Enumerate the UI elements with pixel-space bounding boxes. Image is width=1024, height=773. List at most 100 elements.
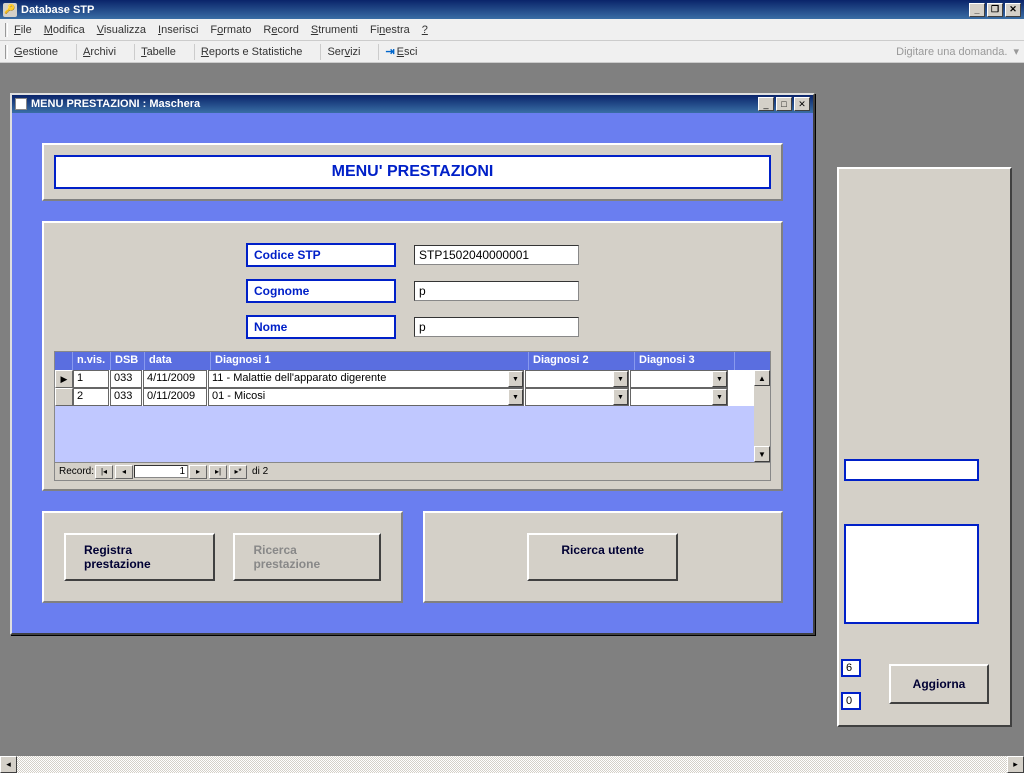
col-dsb: DSB <box>111 352 145 370</box>
menu-strumenti[interactable]: Strumenti <box>311 24 358 36</box>
menubar-grip <box>5 23 8 37</box>
child-maximize-button[interactable]: □ <box>776 97 792 111</box>
scroll-down-icon[interactable]: ▼ <box>754 446 770 462</box>
scroll-track[interactable] <box>17 756 1007 773</box>
aggiorna-button[interactable]: Aggiorna <box>889 664 989 704</box>
prestazioni-grid: n.vis. DSB data Diagnosi 1 Diagnosi 2 Di… <box>54 351 771 481</box>
menu-visualizza[interactable]: Visualizza <box>97 24 146 36</box>
cell-data[interactable]: 4/11/2009 <box>143 370 207 388</box>
col-d2: Diagnosi 2 <box>529 352 635 370</box>
cell-dsb[interactable]: 033 <box>110 388 142 406</box>
cell-d1[interactable]: 01 - Micosi▼ <box>208 388 524 406</box>
cell-d3[interactable]: ▼ <box>630 388 728 406</box>
grid-vscroll[interactable]: ▲ ▼ <box>754 370 770 462</box>
cell-data[interactable]: 0/11/2009 <box>143 388 207 406</box>
bg-value-2: 0 <box>841 692 861 710</box>
bg-field-2 <box>844 524 979 624</box>
menu-file[interactable]: File <box>14 24 32 36</box>
chevron-down-icon[interactable]: ▼ <box>508 371 523 387</box>
bg-value-1: 6 <box>841 659 861 677</box>
nav-first-button[interactable]: |◂ <box>95 465 113 479</box>
menu-inserisci[interactable]: Inserisci <box>158 24 198 36</box>
nome-value[interactable]: p <box>414 317 579 337</box>
child-close-button[interactable]: ✕ <box>794 97 810 111</box>
child-minimize-button[interactable]: _ <box>758 97 774 111</box>
nav-new-button[interactable]: ▸* <box>229 465 247 479</box>
cell-nvis[interactable]: 1 <box>73 370 109 388</box>
menu-help[interactable]: ? <box>422 24 428 36</box>
col-d1: Diagnosi 1 <box>211 352 529 370</box>
button-row: Registra prestazione Ricerca prestazione… <box>42 511 783 603</box>
child-title: MENU PRESTAZIONI : Maschera <box>31 98 200 110</box>
chevron-down-icon[interactable]: ▼ <box>508 389 523 405</box>
cell-dsb[interactable]: 033 <box>110 370 142 388</box>
cell-d1[interactable]: 11 - Malattie dell'apparato digerente▼ <box>208 370 524 388</box>
menu-finestra[interactable]: Finestra <box>370 24 410 36</box>
tool-gestione[interactable]: Gestione <box>14 46 58 58</box>
tool-reports[interactable]: Reports e Statistiche <box>201 46 303 58</box>
close-button[interactable]: ✕ <box>1005 3 1021 17</box>
record-total: di 2 <box>252 466 268 477</box>
tool-archivi[interactable]: Archivi <box>83 46 116 58</box>
nav-next-button[interactable]: ▸ <box>189 465 207 479</box>
form-icon <box>15 98 27 110</box>
grid-header: n.vis. DSB data Diagnosi 1 Diagnosi 2 Di… <box>55 352 770 370</box>
row-selector-icon[interactable]: ▶ <box>55 370 73 388</box>
chevron-down-icon[interactable]: ▼ <box>712 371 727 387</box>
exit-icon: ⇥ <box>385 46 394 58</box>
bg-field-1 <box>844 459 979 481</box>
toolbar-grip <box>5 45 8 59</box>
main-menubar: File Modifica Visualizza Inserisci Forma… <box>0 19 1024 41</box>
row-selector-icon[interactable] <box>55 388 73 406</box>
record-label: Record: <box>59 466 94 477</box>
record-navigator: Record: |◂ ◂ ▸ ▸| ▸* di 2 <box>55 462 770 480</box>
table-row[interactable]: ▶ 1 033 4/11/2009 11 - Malattie dell'app… <box>55 370 770 388</box>
record-current-input[interactable] <box>134 465 188 478</box>
menu-record[interactable]: Record <box>263 24 298 36</box>
chevron-down-icon[interactable]: ▼ <box>613 371 628 387</box>
page-heading: MENU' PRESTAZIONI <box>54 155 771 189</box>
cognome-label: Cognome <box>246 279 396 303</box>
toolbar: Gestione Archivi Tabelle Reports e Stati… <box>0 41 1024 63</box>
ricerca-utente-button[interactable]: Ricerca utente <box>527 533 678 581</box>
registra-button[interactable]: Registra prestazione <box>64 533 215 581</box>
nav-last-button[interactable]: ▸| <box>209 465 227 479</box>
nome-label: Nome <box>246 315 396 339</box>
menu-modifica[interactable]: Modifica <box>44 24 85 36</box>
right-button-panel: Ricerca utente <box>423 511 784 603</box>
help-hint[interactable]: Digitare una domanda. <box>896 46 1007 58</box>
cell-d2[interactable]: ▼ <box>525 388 629 406</box>
menu-formato[interactable]: Formato <box>210 24 251 36</box>
child-titlebar: MENU PRESTAZIONI : Maschera _ □ ✕ <box>12 95 813 113</box>
scroll-right-icon[interactable]: ▸ <box>1007 756 1024 773</box>
restore-button[interactable]: ❐ <box>987 3 1003 17</box>
codice-value[interactable]: STP1502040000001 <box>414 245 579 265</box>
form-panel: Codice STP STP1502040000001 Cognome p No… <box>42 221 783 491</box>
ricerca-prestazione-button[interactable]: Ricerca prestazione <box>233 533 380 581</box>
chevron-down-icon[interactable]: ▼ <box>613 389 628 405</box>
chevron-down-icon[interactable]: ▼ <box>712 389 727 405</box>
cell-d2[interactable]: ▼ <box>525 370 629 388</box>
cell-d3[interactable]: ▼ <box>630 370 728 388</box>
col-data: data <box>145 352 211 370</box>
tool-esci[interactable]: ⇥Esci <box>385 45 417 58</box>
codice-label: Codice STP <box>246 243 396 267</box>
left-button-panel: Registra prestazione Ricerca prestazione <box>42 511 403 603</box>
app-titlebar: 🔑 Database STP _ ❐ ✕ <box>0 0 1024 19</box>
scroll-left-icon[interactable]: ◂ <box>0 756 17 773</box>
tool-tabelle[interactable]: Tabelle <box>141 46 176 58</box>
child-window: MENU PRESTAZIONI : Maschera _ □ ✕ MENU' … <box>10 93 815 635</box>
scroll-up-icon[interactable]: ▲ <box>754 370 770 386</box>
app-icon: 🔑 <box>3 3 17 17</box>
background-window: 6 0 Aggiorna <box>837 167 1012 727</box>
col-d3: Diagnosi 3 <box>635 352 735 370</box>
nav-prev-button[interactable]: ◂ <box>115 465 133 479</box>
grid-body: ▶ 1 033 4/11/2009 11 - Malattie dell'app… <box>55 370 770 462</box>
minimize-button[interactable]: _ <box>969 3 985 17</box>
cell-nvis[interactable]: 2 <box>73 388 109 406</box>
mdi-hscroll[interactable]: ◂ ▸ <box>0 756 1024 773</box>
mdi-area: 6 0 Aggiorna MENU PRESTAZIONI : Maschera… <box>0 63 1024 773</box>
cognome-value[interactable]: p <box>414 281 579 301</box>
table-row[interactable]: 2 033 0/11/2009 01 - Micosi▼ ▼ ▼ <box>55 388 770 406</box>
tool-servizi[interactable]: Servizi <box>327 46 360 58</box>
